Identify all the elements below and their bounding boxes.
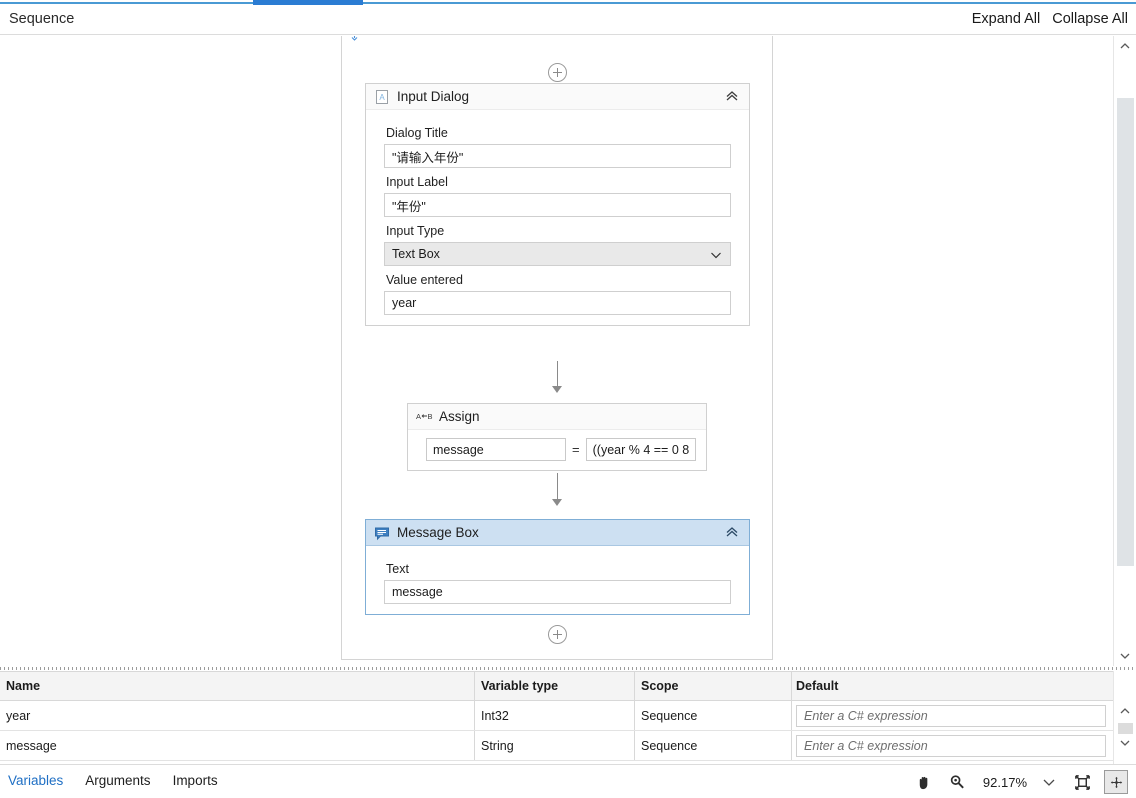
column-header-default[interactable]: Default <box>792 672 1113 700</box>
message-box-text-input[interactable]: message <box>384 580 731 604</box>
activity-header[interactable]: A B Assign <box>408 404 706 430</box>
designer-canvas[interactable]: A Input Dialog Dialog Title "请输入年份" Inpu… <box>0 36 1113 666</box>
input-dialog-icon: A <box>374 89 390 105</box>
tab-strip-right-line <box>363 2 1136 4</box>
message-box-icon <box>374 525 390 541</box>
assign-equals-sign: = <box>572 442 580 457</box>
chevron-double-up-icon[interactable] <box>724 88 740 104</box>
variables-panel: Name Variable type Scope Default year In… <box>0 671 1136 764</box>
add-activity-button-bottom[interactable] <box>548 625 567 644</box>
input-type-selected-value: Text Box <box>392 247 440 261</box>
chevron-down-icon <box>710 249 722 264</box>
connector-arrow-1 <box>552 386 562 393</box>
canvas-view-controls: 92.17% <box>913 770 1128 794</box>
expand-all-button[interactable]: Expand All <box>972 11 1041 27</box>
activity-body: Dialog Title "请输入年份" Input Label "年份" In… <box>366 110 749 325</box>
field-label-value-entered: Value entered <box>386 273 463 287</box>
activity-body: Text message <box>366 546 749 614</box>
activity-title: Message Box <box>397 525 479 540</box>
add-activity-button-top[interactable] <box>548 63 567 82</box>
chevron-double-up-icon[interactable] <box>724 524 740 540</box>
scroll-up-arrow-icon[interactable] <box>1114 701 1136 721</box>
default-expression-input[interactable]: Enter a C# expression <box>796 734 1106 757</box>
scroll-down-arrow-icon[interactable] <box>1114 646 1136 666</box>
assign-icon: A B <box>416 409 433 425</box>
variable-default-cell: Enter a C# expression <box>792 701 1113 730</box>
activity-message-box[interactable]: Message Box Text message <box>365 519 750 615</box>
zoom-magnifier-icon[interactable] <box>946 771 968 793</box>
overview-map-icon[interactable] <box>1104 770 1128 794</box>
variables-vertical-scrollbar[interactable] <box>1113 671 1136 764</box>
variable-default-cell: Enter a C# expression <box>792 731 1113 760</box>
field-label-input-label: Input Label <box>386 175 448 189</box>
table-row[interactable]: year Int32 Sequence Enter a C# expressio… <box>0 701 1113 731</box>
input-type-select[interactable]: Text Box <box>384 242 731 266</box>
connector-line-1 <box>557 361 558 387</box>
zoom-level-value: 92.17% <box>982 774 1027 790</box>
scroll-up-arrow-icon[interactable] <box>1114 36 1136 56</box>
splitter-grip <box>0 667 1136 670</box>
bottom-panel-tabs: Variables Arguments Imports <box>8 773 218 788</box>
sequence-top-marker <box>351 36 358 41</box>
svg-text:A: A <box>379 93 385 102</box>
assign-value-input[interactable]: ((year % 4 == 0 8 <box>585 438 696 461</box>
pan-hand-icon[interactable] <box>913 771 935 793</box>
tab-imports[interactable]: Imports <box>173 773 218 788</box>
connector-arrow-2 <box>552 499 562 506</box>
variables-table: Name Variable type Scope Default year In… <box>0 671 1113 761</box>
activity-title: Input Dialog <box>397 89 470 104</box>
svg-text:B: B <box>428 412 433 421</box>
field-label-input-type: Input Type <box>386 224 445 238</box>
variable-type-cell[interactable]: String <box>475 731 635 760</box>
svg-text:A: A <box>416 412 421 421</box>
fit-to-screen-icon[interactable] <box>1071 771 1093 793</box>
connector-line-2 <box>557 473 558 499</box>
activity-header[interactable]: Message Box <box>366 520 749 546</box>
activity-header[interactable]: A Input Dialog <box>366 84 749 110</box>
uipath-designer-window: Sequence Expand All Collapse All A Input… <box>0 0 1136 798</box>
assign-row: message = ((year % 4 == 0 8 <box>408 430 706 470</box>
assign-to-input[interactable]: message <box>426 438 567 461</box>
variable-name-cell[interactable]: year <box>0 701 475 730</box>
designer-header-bar: Sequence Expand All Collapse All <box>0 5 1136 35</box>
variable-name-cell[interactable]: message <box>0 731 475 760</box>
variable-type-cell[interactable]: Int32 <box>475 701 635 730</box>
variable-scope-cell[interactable]: Sequence <box>635 701 792 730</box>
chevron-down-icon[interactable] <box>1038 771 1060 793</box>
dialog-title-input[interactable]: "请输入年份" <box>384 144 731 168</box>
value-entered-input[interactable]: year <box>384 291 731 315</box>
collapse-all-button[interactable]: Collapse All <box>1052 11 1128 27</box>
scrollbar-thumb[interactable] <box>1117 98 1134 566</box>
input-label-input[interactable]: "年份" <box>384 193 731 217</box>
column-header-scope[interactable]: Scope <box>635 672 792 700</box>
variable-scope-cell[interactable]: Sequence <box>635 731 792 760</box>
status-bar: Variables Arguments Imports 92.17% <box>0 764 1136 798</box>
header-actions: Expand All Collapse All <box>972 11 1128 27</box>
activity-input-dialog[interactable]: A Input Dialog Dialog Title "请输入年份" Inpu… <box>365 83 750 326</box>
field-label-text: Text <box>386 562 409 576</box>
table-header-row: Name Variable type Scope Default <box>0 671 1113 701</box>
tab-strip-left-line <box>0 2 253 4</box>
column-header-variable-type[interactable]: Variable type <box>475 672 635 700</box>
default-expression-input[interactable]: Enter a C# expression <box>796 704 1106 727</box>
tab-variables[interactable]: Variables <box>8 773 63 788</box>
activity-title: Assign <box>439 409 480 424</box>
table-row[interactable]: message String Sequence Enter a C# expre… <box>0 731 1113 761</box>
activity-assign[interactable]: A B Assign message = ((year % 4 == 0 8 <box>407 403 707 471</box>
column-header-name[interactable]: Name <box>0 672 475 700</box>
canvas-vertical-scrollbar[interactable] <box>1113 36 1136 666</box>
tab-arguments[interactable]: Arguments <box>85 773 150 788</box>
breadcrumb-sequence: Sequence <box>9 11 75 27</box>
field-label-dialog-title: Dialog Title <box>386 126 448 140</box>
scroll-down-arrow-icon[interactable] <box>1114 733 1136 753</box>
